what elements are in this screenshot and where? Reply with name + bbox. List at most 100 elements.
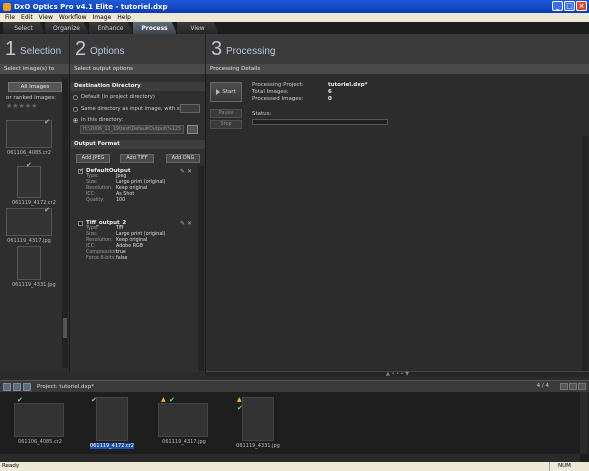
selection-thumb[interactable]: 061119_4331.jpg — [12, 246, 56, 288]
thumbnail-caption: 061119_4317.jpg — [7, 238, 51, 244]
output-checkbox[interactable] — [78, 167, 84, 174]
add-jpeg-button[interactable]: Add JPEG — [76, 154, 110, 163]
directory-field[interactable]: H:\2006_11_19\test\DefaultOutput\%125 — [80, 125, 184, 134]
status-label: Status: — [252, 111, 272, 117]
selection-thumb[interactable]: ✔ 061106_4085.cr2 — [6, 118, 52, 156]
add-tiff-button[interactable]: Add TIFF — [120, 154, 154, 163]
project-icon[interactable] — [23, 382, 31, 391]
filmstrip-tool-icon[interactable] — [3, 382, 11, 391]
suffix-input[interactable] — [180, 104, 200, 113]
tab-organize[interactable]: Organize — [45, 22, 89, 34]
processed-row: Processed Images: 0 — [252, 96, 332, 102]
edit-icon[interactable]: ✎ — [180, 220, 185, 227]
check-icon: ✔ — [237, 404, 243, 412]
panel-title: Options — [90, 46, 125, 57]
menu-help[interactable]: Help — [114, 14, 134, 21]
filmstrip-thumb[interactable]: ▲ ✔ 061119_4317.jpg — [158, 396, 210, 445]
selection-thumb[interactable]: ✔ 061119_4317.jpg — [6, 206, 52, 244]
delete-icon[interactable]: ✕ — [187, 220, 192, 227]
panel-title: Selection — [20, 46, 62, 57]
thumbnail-caption: 061119_4317.jpg — [162, 439, 206, 445]
info-value: tutoriel.dxp* — [328, 82, 368, 88]
radio-button[interactable] — [73, 94, 78, 100]
radio-button[interactable] — [73, 106, 78, 112]
tab-enhance[interactable]: Enhance — [89, 22, 133, 34]
radio-same-dir[interactable]: Same directory as input image, with suff… — [73, 106, 193, 112]
step-number: 1 — [5, 38, 17, 60]
ranked-label: or ranked images: — [6, 95, 56, 101]
menu-view[interactable]: View — [36, 14, 56, 21]
thumbnail-caption: 061106_4085.cr2 — [7, 150, 51, 156]
filmstrip-thumb[interactable]: ▲ ✔ 061119_4331.jpg — [236, 396, 280, 449]
add-dng-button[interactable]: Add DNG — [166, 154, 200, 163]
selection-panel: All Images or ranked images: ★★★★★ ✔ 061… — [0, 74, 70, 372]
num-lock-indicator: NUM — [549, 462, 579, 471]
processing-scrollbar[interactable] — [582, 136, 588, 372]
selection-thumb[interactable]: ✔ 061119_4172.cr2 — [12, 161, 56, 206]
thumbnail-caption: 061119_4172.cr2 — [90, 443, 134, 449]
close-button[interactable]: × — [576, 1, 587, 11]
view-mode-button[interactable] — [578, 383, 586, 390]
selection-scrollbar[interactable] — [62, 78, 68, 368]
thumbnail-caption: 061119_4172.cr2 — [12, 200, 56, 206]
stop-button[interactable]: Stop — [210, 120, 242, 129]
menu-file[interactable]: File — [2, 14, 18, 21]
output-checkbox[interactable] — [78, 220, 83, 226]
warning-icon: ▲ — [161, 396, 166, 403]
check-icon: ✔ — [169, 396, 175, 404]
project-label: Project: — [37, 383, 58, 390]
kv-key: Force 8-bits: — [86, 256, 116, 261]
radio-button[interactable] — [73, 117, 78, 123]
options-header: 2 Options — [70, 34, 206, 64]
kv-value: false — [116, 256, 128, 261]
edit-icon[interactable]: ✎ — [180, 168, 185, 175]
radio-default-dir[interactable]: Default (in project directory) — [73, 94, 155, 100]
filmstrip-thumb[interactable]: ✔ 061106_4085.cr2 — [14, 396, 66, 445]
options-scrollbar[interactable] — [198, 166, 204, 371]
maximize-button[interactable]: □ — [564, 1, 575, 11]
image-count: 4 / 4 — [536, 383, 549, 389]
menu-workflow[interactable]: Workflow — [56, 14, 90, 21]
pause-button[interactable]: Pause — [210, 109, 242, 118]
step-number: 2 — [75, 38, 87, 60]
output-card: Tiff_output_2 ✎ ✕ Type: Tiff Size: Large p… — [78, 220, 196, 262]
thumbnail-caption: 061119_4331.jpg — [12, 282, 56, 288]
tab-view[interactable]: View — [177, 22, 219, 34]
filmstrip-thumb[interactable]: ✔ 061119_4172.cr2 — [90, 396, 134, 449]
info-value: 0 — [328, 96, 332, 102]
menu-image[interactable]: Image — [89, 14, 114, 21]
filmstrip-vscrollbar[interactable] — [580, 392, 588, 454]
thumbnail-caption: 061106_4085.cr2 — [18, 439, 62, 445]
title-bar: DxO Optics Pro v4.1 Elite - tutoriel.dxp… — [0, 0, 589, 13]
info-value: 6 — [328, 89, 332, 95]
tab-select[interactable]: Select — [3, 22, 45, 34]
thumbnail-image: ▲ ✔ — [158, 396, 208, 437]
status-text: Ready — [2, 463, 20, 469]
all-images-button[interactable]: All Images — [8, 82, 62, 92]
processing-header: 3 Processing — [206, 34, 589, 64]
rating-stars[interactable]: ★★★★★ — [6, 102, 37, 110]
radio-label: Default (in project directory) — [81, 94, 155, 100]
view-mode-button[interactable] — [569, 383, 577, 390]
thumbnail-image: ✔ — [14, 396, 64, 437]
warning-icon: ▲ — [237, 396, 242, 403]
check-icon: ✔ — [26, 161, 32, 169]
radio-label: In this directory: — [81, 117, 124, 123]
radio-in-dir[interactable]: In this directory: — [73, 117, 123, 123]
view-mode-button[interactable] — [560, 383, 568, 390]
scrollbar-thumb[interactable] — [63, 318, 67, 338]
total-row: Total Images: 6 — [252, 89, 332, 95]
filmstrip-tool-icon[interactable] — [13, 382, 21, 391]
filmstrip-hscrollbar[interactable] — [0, 454, 580, 462]
filmstrip: ✔ 061106_4085.cr2 ✔ 061119_4172.cr2 ▲ ✔ … — [0, 392, 589, 462]
delete-icon[interactable]: ✕ — [187, 168, 192, 175]
tab-process[interactable]: Process — [133, 22, 177, 34]
menu-edit[interactable]: Edit — [18, 14, 36, 21]
start-label: Start — [222, 89, 236, 95]
check-icon: ✔ — [44, 118, 50, 126]
folder-browse-icon[interactable] — [187, 125, 198, 134]
start-button[interactable]: Start — [210, 82, 242, 102]
panel-splitter[interactable]: ▲ • • • ▼ — [206, 371, 589, 377]
app-icon — [3, 2, 11, 11]
minimize-button[interactable]: _ — [552, 1, 563, 11]
